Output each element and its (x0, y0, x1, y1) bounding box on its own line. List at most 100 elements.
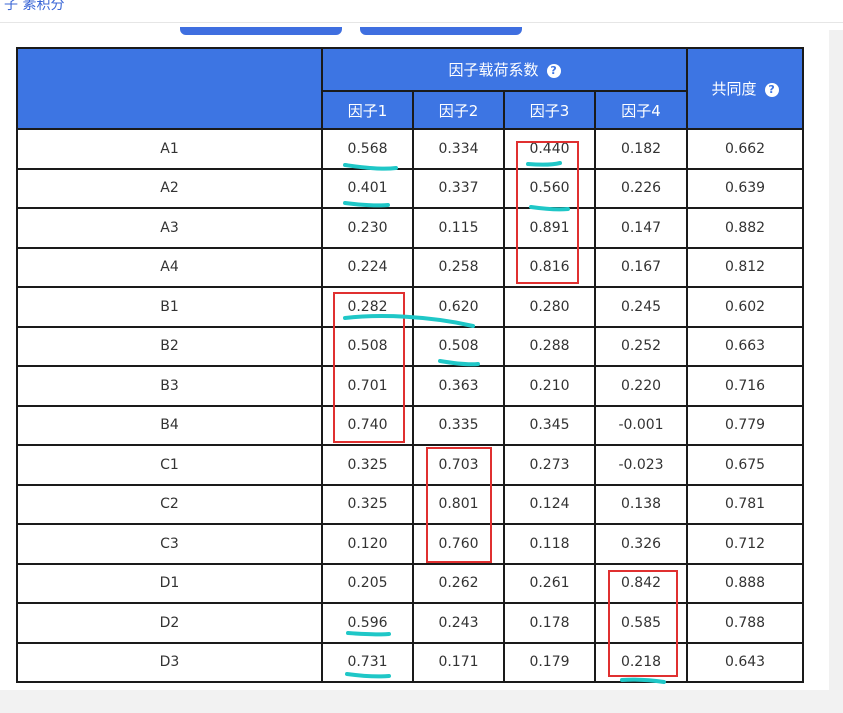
factor-2-value: 0.337 (412, 167, 505, 209)
factor-2-value: 0.620 (412, 286, 505, 328)
factor-3-value: 0.179 (503, 641, 596, 683)
toolbar-button-1[interactable] (180, 27, 342, 35)
factor-1-value: 0.224 (321, 246, 414, 288)
top-bar: 子 素积分 (0, 0, 843, 23)
table-row: D3 0.731 0.171 0.179 0.218 0.643 (16, 641, 805, 683)
factor-4-value: 0.226 (593, 167, 689, 209)
table-row: C2 0.325 0.801 0.124 0.138 0.781 (16, 483, 805, 525)
row-label: A1 (16, 128, 323, 170)
communality-value: 0.712 (686, 523, 805, 565)
communality-value: 0.639 (686, 167, 805, 209)
factor-4-header: 因子4 (593, 90, 689, 130)
factor-1-value: 0.568 (321, 128, 414, 170)
communality-value: 0.888 (686, 562, 805, 604)
factor-1-value: 0.282 (321, 286, 414, 328)
row-label: D1 (16, 562, 323, 604)
factor-4-value: 0.326 (593, 523, 689, 565)
factor-1-value: 0.205 (321, 562, 414, 604)
factor-loading-table-container: 因子载荷系数? 共同度? 因子1 因子2 因子3 因子4 A1 0.568 0.33… (16, 47, 805, 683)
factor-1-header: 因子1 (321, 90, 414, 130)
table-row: B1 0.282 0.620 0.280 0.245 0.602 (16, 286, 805, 328)
communality-value: 0.643 (686, 641, 805, 683)
table-row: C1 0.325 0.703 0.273 -0.023 0.675 (16, 444, 805, 486)
factor-2-value: 0.262 (412, 562, 505, 604)
factor-1-value: 0.508 (321, 325, 414, 367)
communality-value: 0.675 (686, 444, 805, 486)
breadcrumb[interactable]: 子 素积分 (4, 0, 64, 14)
factor-1-value: 0.325 (321, 483, 414, 525)
factor-2-value: 0.760 (412, 523, 505, 565)
factor-3-value: 0.280 (503, 286, 596, 328)
question-circle-icon[interactable]: ? (764, 83, 779, 97)
row-label: A4 (16, 246, 323, 288)
factor-2-value: 0.335 (412, 404, 505, 446)
factor-2-value: 0.171 (412, 641, 505, 683)
factor-1-value: 0.740 (321, 404, 414, 446)
table-row: D1 0.205 0.262 0.261 0.842 0.888 (16, 562, 805, 604)
factor-4-value: 0.585 (593, 602, 689, 644)
vertical-scrollbar[interactable] (829, 30, 843, 690)
factor-3-value: 0.273 (503, 444, 596, 486)
factor-loading-header: 因子载荷系数? (320, 47, 689, 92)
table-row: B3 0.701 0.363 0.210 0.220 0.716 (16, 365, 805, 407)
communality-value: 0.781 (686, 483, 805, 525)
factor-loading-header-label: 因子载荷系数 (448, 61, 539, 79)
factor-1-value: 0.701 (321, 365, 414, 407)
factor-4-value: 0.252 (593, 325, 689, 367)
factor-3-value: 0.816 (503, 246, 596, 288)
table-row: C3 0.120 0.760 0.118 0.326 0.712 (16, 523, 805, 565)
row-label-header (16, 47, 323, 130)
factor-2-value: 0.363 (412, 365, 505, 407)
factor-1-value: 0.230 (321, 207, 414, 249)
factor-4-value: 0.138 (593, 483, 689, 525)
factor-2-header: 因子2 (412, 90, 505, 130)
table-row: B4 0.740 0.335 0.345 -0.001 0.779 (16, 404, 805, 446)
factor-4-value: -0.001 (593, 404, 689, 446)
question-circle-icon[interactable]: ? (546, 64, 561, 78)
factor-3-value: 0.178 (503, 602, 596, 644)
factor-3-value: 0.440 (503, 128, 596, 170)
factor-1-value: 0.401 (321, 167, 414, 209)
row-label: A3 (16, 207, 323, 249)
factor-1-value: 0.596 (321, 602, 414, 644)
row-label: A2 (16, 167, 323, 209)
table-row: A3 0.230 0.115 0.891 0.147 0.882 (16, 207, 805, 249)
row-label: C2 (16, 483, 323, 525)
communality-value: 0.663 (686, 325, 805, 367)
row-label: B4 (16, 404, 323, 446)
communality-value: 0.779 (686, 404, 805, 446)
factor-4-value: 0.218 (593, 641, 689, 683)
row-label: B3 (16, 365, 323, 407)
factor-3-value: 0.345 (503, 404, 596, 446)
communality-header: 共同度? (686, 47, 805, 130)
factor-1-value: 0.325 (321, 444, 414, 486)
row-label: C1 (16, 444, 323, 486)
factor-loading-table: 因子载荷系数? 共同度? 因子1 因子2 因子3 因子4 A1 0.568 0.33… (16, 47, 805, 683)
factor-3-value: 0.261 (503, 562, 596, 604)
factor-4-value: -0.023 (593, 444, 689, 486)
factor-4-value: 0.842 (593, 562, 689, 604)
toolbar-button-2[interactable] (360, 27, 522, 35)
factor-3-value: 0.560 (503, 167, 596, 209)
communality-value: 0.788 (686, 602, 805, 644)
communality-header-label: 共同度 (711, 80, 757, 98)
factor-2-value: 0.703 (412, 444, 505, 486)
row-label: C3 (16, 523, 323, 565)
factor-3-value: 0.118 (503, 523, 596, 565)
table-row: D2 0.596 0.243 0.178 0.585 0.788 (16, 602, 805, 644)
row-label: D2 (16, 602, 323, 644)
factor-1-value: 0.120 (321, 523, 414, 565)
table-row: A1 0.568 0.334 0.440 0.182 0.662 (16, 128, 805, 170)
factor-2-value: 0.508 (412, 325, 505, 367)
communality-value: 0.602 (686, 286, 805, 328)
factor-1-value: 0.731 (321, 641, 414, 683)
factor-2-value: 0.334 (412, 128, 505, 170)
factor-2-value: 0.243 (412, 602, 505, 644)
factor-2-value: 0.258 (412, 246, 505, 288)
row-label: B1 (16, 286, 323, 328)
communality-value: 0.716 (686, 365, 805, 407)
communality-value: 0.662 (686, 128, 805, 170)
factor-3-header: 因子3 (503, 90, 596, 130)
table-body: A1 0.568 0.334 0.440 0.182 0.662 A2 0.401 0.337 0… (16, 128, 805, 683)
row-label: D3 (16, 641, 323, 683)
